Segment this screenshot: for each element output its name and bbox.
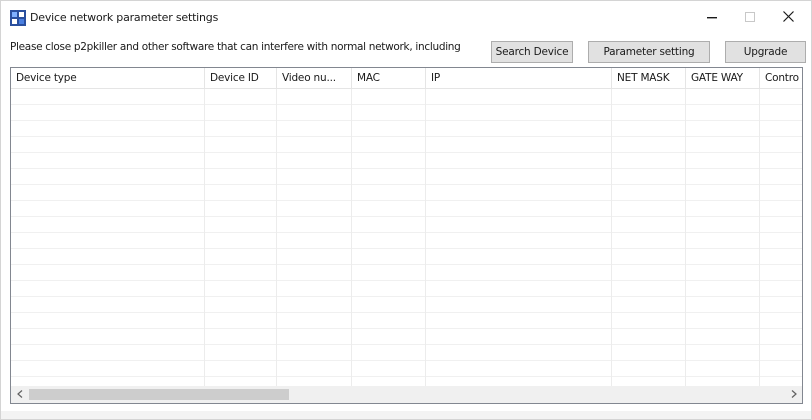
device-list-body[interactable] (11, 89, 802, 386)
column-divider (759, 89, 760, 386)
maximize-icon (745, 11, 755, 25)
window-bottom-edge (1, 411, 811, 419)
search-device-button[interactable]: Search Device (491, 41, 573, 63)
column-divider (351, 89, 352, 386)
column-header-net-mask[interactable]: NET MASK (612, 68, 686, 88)
scrollbar-thumb[interactable] (29, 389, 289, 400)
title-bar[interactable]: Device network parameter settings (1, 1, 811, 35)
column-header-mac[interactable]: MAC (352, 68, 426, 88)
scroll-right-button[interactable] (785, 386, 802, 403)
close-icon (782, 11, 794, 25)
scroll-left-button[interactable] (11, 386, 28, 403)
parameter-setting-button[interactable]: Parameter setting (588, 41, 710, 63)
column-divider (204, 89, 205, 386)
column-header-ip[interactable]: IP (426, 68, 612, 88)
app-grid-icon (10, 10, 26, 26)
device-list-header: Device type Device ID Video nu... MAC IP… (11, 68, 802, 89)
column-divider (611, 89, 612, 386)
minimize-icon (707, 12, 717, 25)
column-header-device-type[interactable]: Device type (11, 68, 205, 88)
column-header-gate-way[interactable]: GATE WAY (686, 68, 760, 88)
column-header-device-id[interactable]: Device ID (205, 68, 277, 88)
device-list[interactable]: Device type Device ID Video nu... MAC IP… (10, 67, 803, 404)
column-header-video-number[interactable]: Video nu... (277, 68, 352, 88)
horizontal-scrollbar[interactable] (11, 386, 802, 403)
upgrade-button[interactable]: Upgrade (725, 41, 806, 63)
close-button[interactable] (769, 1, 807, 35)
column-divider (425, 89, 426, 386)
chevron-right-icon (791, 388, 797, 401)
interference-notice: Please close p2pkiller and other softwar… (10, 41, 461, 53)
minimize-button[interactable] (693, 1, 731, 35)
window-title: Device network parameter settings (30, 11, 219, 24)
maximize-button[interactable] (731, 1, 769, 35)
device-settings-window: Device network parameter settings Please… (0, 0, 812, 420)
column-header-control[interactable]: Contro (760, 68, 802, 88)
chevron-left-icon (16, 388, 23, 401)
column-divider (276, 89, 277, 386)
column-divider (685, 89, 686, 386)
